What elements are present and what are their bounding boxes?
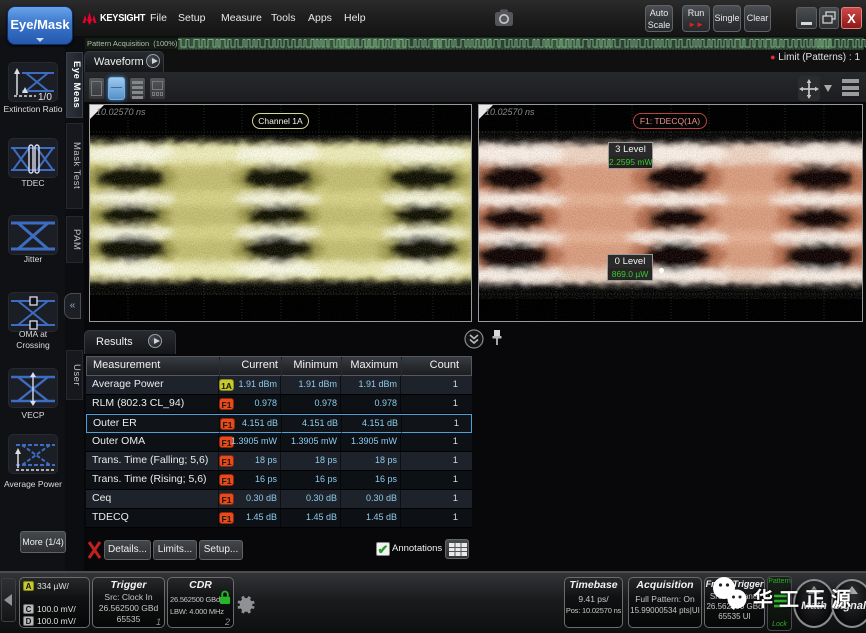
svg-text:1/0: 1/0 <box>38 92 52 101</box>
